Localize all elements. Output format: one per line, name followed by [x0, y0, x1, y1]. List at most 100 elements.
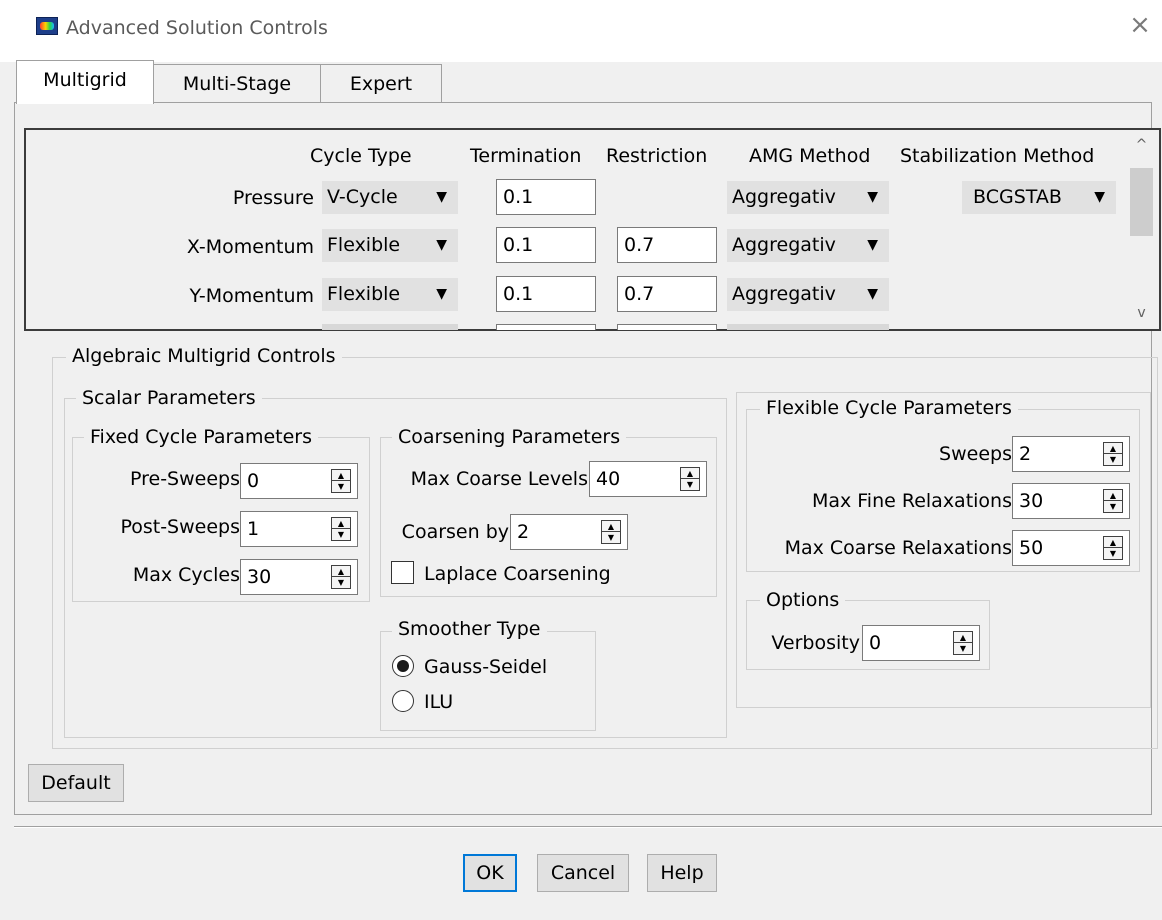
- equations-scrollbar[interactable]: ^ v: [1124, 130, 1159, 329]
- default-button[interactable]: Default: [28, 764, 124, 802]
- spin-buttons[interactable]: ▲ ▼: [953, 631, 973, 655]
- spinner-value: 2: [1019, 443, 1032, 465]
- spin-up-icon[interactable]: ▲: [954, 632, 972, 643]
- spin-up-icon[interactable]: ▲: [1104, 490, 1122, 501]
- scroll-up-icon[interactable]: ^: [1124, 130, 1159, 160]
- options-title: Options: [760, 589, 846, 611]
- ilu-radio[interactable]: [392, 690, 414, 712]
- max-fine-relaxations-label: Max Fine Relaxations: [811, 490, 1012, 512]
- combo-value: Aggregativ: [732, 186, 836, 208]
- chevron-down-icon: ▼: [1094, 189, 1105, 205]
- amg-controls-title: Algebraic Multigrid Controls: [66, 345, 342, 367]
- pressure-stabilization-dropdown[interactable]: BCGSTAB ▼: [962, 181, 1116, 214]
- laplace-coarsening-checkbox[interactable]: [391, 561, 414, 584]
- x-momentum-restriction-input[interactable]: 0.7: [617, 227, 717, 263]
- x-momentum-amg-dropdown[interactable]: Aggregativ ▼: [727, 229, 889, 262]
- spin-buttons[interactable]: ▲ ▼: [1103, 442, 1123, 466]
- spin-down-icon[interactable]: ▼: [332, 577, 350, 588]
- max-cycles-spinner[interactable]: 30 ▲ ▼: [240, 559, 358, 595]
- tab-multigrid[interactable]: Multigrid: [16, 60, 154, 104]
- combo-value: Aggregativ: [732, 283, 836, 305]
- close-icon[interactable]: ×: [1125, 10, 1155, 40]
- header-cycle-type: Cycle Type: [310, 145, 412, 167]
- app-icon: [36, 17, 58, 35]
- scroll-thumb[interactable]: [1130, 168, 1153, 236]
- max-coarse-relaxations-spinner[interactable]: 50 ▲ ▼: [1012, 530, 1130, 566]
- pressure-amg-dropdown[interactable]: Aggregativ ▼: [727, 181, 889, 214]
- spin-buttons[interactable]: ▲ ▼: [1103, 536, 1123, 560]
- verbosity-label: Verbosity: [771, 632, 860, 654]
- spinner-value: 1: [247, 518, 260, 540]
- spin-up-icon[interactable]: ▲: [681, 468, 699, 479]
- spinner-value: 30: [1019, 490, 1044, 512]
- tab-expert[interactable]: Expert: [320, 64, 442, 104]
- spin-buttons[interactable]: ▲ ▼: [1103, 489, 1123, 513]
- divider: [14, 826, 1162, 828]
- spinner-value: 0: [247, 470, 260, 492]
- row-label-x-momentum: X-Momentum: [186, 236, 314, 258]
- combo-value: BCGSTAB: [973, 186, 1062, 208]
- chevron-down-icon: ▼: [436, 237, 447, 253]
- fixed-cycle-title: Fixed Cycle Parameters: [84, 426, 318, 448]
- clipped-row-input: [496, 324, 596, 330]
- clipped-row-dropdown: [322, 324, 458, 330]
- cancel-button[interactable]: Cancel: [537, 854, 629, 892]
- spin-down-icon[interactable]: ▼: [332, 529, 350, 540]
- x-momentum-cycle-dropdown[interactable]: Flexible ▼: [322, 229, 458, 262]
- chevron-down-icon: ▼: [867, 237, 878, 253]
- spinner-value: 30: [247, 566, 272, 588]
- spin-up-icon[interactable]: ▲: [332, 518, 350, 529]
- smoother-type-title: Smoother Type: [392, 618, 547, 640]
- max-coarse-levels-spinner[interactable]: 40 ▲ ▼: [589, 461, 707, 497]
- spin-up-icon[interactable]: ▲: [1104, 443, 1122, 454]
- spinner-value: 0: [869, 632, 882, 654]
- ok-button[interactable]: OK: [463, 854, 517, 892]
- chevron-down-icon: ▼: [436, 189, 447, 205]
- spin-down-icon[interactable]: ▼: [332, 481, 350, 492]
- spin-buttons[interactable]: ▲ ▼: [331, 565, 351, 589]
- spinner-value: 50: [1019, 537, 1044, 559]
- gauss-seidel-radio[interactable]: [392, 655, 414, 677]
- coarsen-by-spinner[interactable]: 2 ▲ ▼: [510, 514, 628, 550]
- spin-down-icon[interactable]: ▼: [1104, 454, 1122, 465]
- ilu-label: ILU: [424, 691, 454, 713]
- flexible-cycle-title: Flexible Cycle Parameters: [760, 397, 1018, 419]
- spin-down-icon[interactable]: ▼: [954, 643, 972, 654]
- clipped-row-dropdown: [727, 324, 889, 330]
- spinner-value: 40: [596, 468, 621, 490]
- x-momentum-termination-input[interactable]: 0.1: [496, 227, 596, 263]
- max-fine-relaxations-spinner[interactable]: 30 ▲ ▼: [1012, 483, 1130, 519]
- spin-up-icon[interactable]: ▲: [332, 566, 350, 577]
- sweeps-label: Sweeps: [939, 443, 1012, 465]
- combo-value: V-Cycle: [327, 186, 398, 208]
- spin-down-icon[interactable]: ▼: [681, 479, 699, 490]
- y-momentum-cycle-dropdown[interactable]: Flexible ▼: [322, 278, 458, 311]
- header-restriction: Restriction: [606, 145, 708, 167]
- y-momentum-restriction-input[interactable]: 0.7: [617, 276, 717, 312]
- spin-buttons[interactable]: ▲ ▼: [331, 469, 351, 493]
- spin-down-icon[interactable]: ▼: [602, 532, 620, 543]
- row-label-y-momentum: Y-Momentum: [189, 285, 314, 307]
- pressure-termination-input[interactable]: 0.1: [496, 179, 596, 215]
- clipped-row-input: [617, 324, 717, 330]
- pressure-cycle-dropdown[interactable]: V-Cycle ▼: [322, 181, 458, 214]
- y-momentum-amg-dropdown[interactable]: Aggregativ ▼: [727, 278, 889, 311]
- spin-down-icon[interactable]: ▼: [1104, 548, 1122, 559]
- spin-buttons[interactable]: ▲ ▼: [680, 467, 700, 491]
- pre-sweeps-spinner[interactable]: 0 ▲ ▼: [240, 463, 358, 499]
- spin-up-icon[interactable]: ▲: [332, 470, 350, 481]
- spin-buttons[interactable]: ▲ ▼: [331, 517, 351, 541]
- help-button[interactable]: Help: [647, 854, 717, 892]
- sweeps-spinner[interactable]: 2 ▲ ▼: [1012, 436, 1130, 472]
- scroll-down-icon[interactable]: v: [1124, 298, 1159, 328]
- y-momentum-termination-input[interactable]: 0.1: [496, 276, 596, 312]
- spin-up-icon[interactable]: ▲: [1104, 537, 1122, 548]
- spin-buttons[interactable]: ▲ ▼: [601, 520, 621, 544]
- spin-up-icon[interactable]: ▲: [602, 521, 620, 532]
- spin-down-icon[interactable]: ▼: [1104, 501, 1122, 512]
- verbosity-spinner[interactable]: 0 ▲ ▼: [862, 625, 980, 661]
- tab-multi-stage[interactable]: Multi-Stage: [153, 64, 321, 104]
- post-sweeps-spinner[interactable]: 1 ▲ ▼: [240, 511, 358, 547]
- scalar-parameters-title: Scalar Parameters: [76, 387, 262, 409]
- max-coarse-levels-label: Max Coarse Levels: [410, 468, 588, 490]
